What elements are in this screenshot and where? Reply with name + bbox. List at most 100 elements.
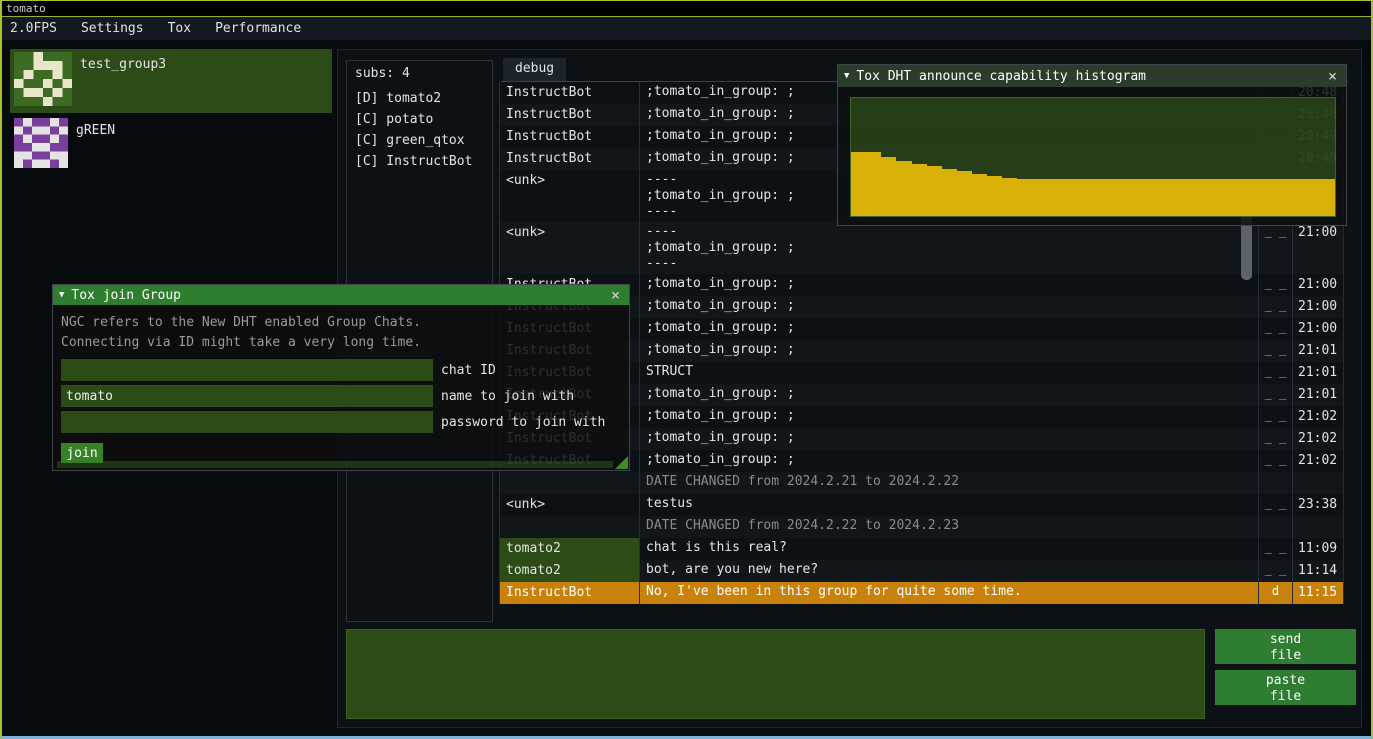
histogram-bar bbox=[866, 152, 881, 216]
join-name-input[interactable] bbox=[61, 385, 433, 407]
message-status: _ _ bbox=[1259, 450, 1293, 472]
message-input[interactable] bbox=[346, 629, 1205, 719]
message-text: ;tomato_in_group: ; bbox=[640, 384, 1259, 406]
sender-name: InstructBot bbox=[506, 585, 592, 600]
message-time bbox=[1293, 472, 1344, 494]
sender-name: tomato2 bbox=[506, 541, 561, 556]
message-text: ----;tomato_in_group: ;---- bbox=[640, 222, 1259, 274]
collapse-arrow-icon[interactable]: ▼ bbox=[59, 290, 64, 300]
sender-name: tomato2 bbox=[506, 563, 561, 578]
chat-message-row[interactable]: InstructBot No, I've been in this group … bbox=[499, 582, 1344, 604]
histogram-bar bbox=[1063, 179, 1078, 216]
message-text: ;tomato_in_group: ; bbox=[640, 318, 1259, 340]
sender-name: <unk> bbox=[506, 173, 545, 188]
histogram-bar bbox=[912, 164, 927, 216]
dht-histogram-window: ▼ Tox DHT announce capability histogram … bbox=[837, 64, 1347, 226]
chat-message-row[interactable]: DATE CHANGED from 2024.2.22 to 2024.2.23 bbox=[499, 516, 1344, 538]
message-status: _ _ bbox=[1259, 222, 1293, 274]
histogram-plot bbox=[850, 97, 1336, 217]
message-time: 21:02 bbox=[1293, 406, 1344, 428]
menu-item-tox[interactable]: Tox bbox=[156, 17, 203, 41]
join-group-title: Tox join Group bbox=[71, 288, 181, 303]
app-window: { "titlebar": { "title": "tomato" }, "me… bbox=[0, 0, 1373, 739]
message-time: 21:01 bbox=[1293, 384, 1344, 406]
join-group-titlebar[interactable]: ▼ Tox join Group × bbox=[53, 285, 629, 305]
member-item[interactable]: [C] InstructBot bbox=[347, 151, 492, 172]
group-name: test_group3 bbox=[80, 57, 166, 72]
send-file-button[interactable]: send file bbox=[1215, 629, 1356, 664]
message-status: _ _ bbox=[1259, 560, 1293, 582]
message-time bbox=[1293, 516, 1344, 538]
join-name-label: name to join with bbox=[441, 389, 574, 404]
close-icon[interactable]: × bbox=[608, 288, 623, 303]
join-password-input[interactable] bbox=[61, 411, 433, 433]
histogram-bar bbox=[1214, 179, 1229, 216]
histogram-bar bbox=[1229, 179, 1244, 216]
message-text: ;tomato_in_group: ; bbox=[640, 296, 1259, 318]
join-group-window: ▼ Tox join Group × NGC refers to the New… bbox=[52, 284, 630, 471]
sender-name: <unk> bbox=[506, 497, 545, 512]
histogram-bar bbox=[1017, 179, 1032, 216]
chat-message-row[interactable]: tomato2 chat is this real? _ _ 11:09 bbox=[499, 538, 1344, 560]
menu-item-settings[interactable]: Settings bbox=[69, 17, 156, 41]
message-time: 11:15 bbox=[1293, 582, 1344, 604]
window-bottom-bar bbox=[57, 461, 613, 468]
chat-message-row[interactable]: <unk> ----;tomato_in_group: ;---- _ _ 21… bbox=[499, 222, 1344, 274]
message-status: _ _ bbox=[1259, 384, 1293, 406]
histogram-bar bbox=[881, 157, 896, 216]
tab-debug[interactable]: debug bbox=[503, 58, 566, 81]
menu-bar: 2.0FPS Settings Tox Performance bbox=[2, 17, 1371, 41]
paste-file-button[interactable]: paste file bbox=[1215, 670, 1356, 705]
histogram-bar bbox=[1199, 179, 1214, 216]
histogram-bar bbox=[1184, 179, 1199, 216]
chat-message-row[interactable]: <unk> testus _ _ 23:38 bbox=[499, 494, 1344, 516]
message-time: 11:09 bbox=[1293, 538, 1344, 560]
message-text: testus bbox=[640, 494, 1259, 516]
member-item[interactable]: [C] green_qtox bbox=[347, 130, 492, 151]
histogram-bar bbox=[942, 169, 957, 216]
message-time: 21:02 bbox=[1293, 428, 1344, 450]
window-title: tomato bbox=[6, 2, 46, 15]
histogram-bar bbox=[1259, 179, 1274, 216]
message-text: No, I've been in this group for quite so… bbox=[640, 582, 1259, 604]
collapse-arrow-icon[interactable]: ▼ bbox=[844, 71, 849, 81]
message-status: _ _ bbox=[1259, 296, 1293, 318]
dht-histogram-titlebar[interactable]: ▼ Tox DHT announce capability histogram … bbox=[838, 65, 1346, 87]
chat-message-row[interactable]: DATE CHANGED from 2024.2.21 to 2024.2.22 bbox=[499, 472, 1344, 494]
resize-grip[interactable] bbox=[615, 456, 628, 469]
message-status: _ _ bbox=[1259, 274, 1293, 296]
message-status: _ _ bbox=[1259, 494, 1293, 516]
message-status: _ _ bbox=[1259, 340, 1293, 362]
message-status: _ _ bbox=[1259, 538, 1293, 560]
close-icon[interactable]: × bbox=[1325, 69, 1340, 84]
message-time: 11:14 bbox=[1293, 560, 1344, 582]
message-time: 21:00 bbox=[1293, 274, 1344, 296]
window-titlebar[interactable]: tomato bbox=[2, 1, 1371, 17]
join-info-line: Connecting via ID might take a very long… bbox=[61, 333, 621, 353]
group-avatar bbox=[14, 52, 72, 106]
sender-name: InstructBot bbox=[506, 107, 592, 122]
message-status bbox=[1259, 516, 1293, 538]
chat-id-input[interactable] bbox=[61, 359, 433, 381]
histogram-bar bbox=[1244, 179, 1259, 216]
member-item[interactable]: [C] potato bbox=[347, 109, 492, 130]
message-time: 21:01 bbox=[1293, 362, 1344, 384]
sender-name: InstructBot bbox=[506, 85, 592, 100]
histogram-bar bbox=[1048, 179, 1063, 216]
message-time: 21:01 bbox=[1293, 340, 1344, 362]
group-avatar bbox=[14, 118, 68, 168]
member-item[interactable]: [D] tomato2 bbox=[347, 88, 492, 109]
message-status: d bbox=[1259, 582, 1293, 604]
sidebar-item-green[interactable]: gREEN bbox=[10, 115, 332, 175]
message-status: _ _ bbox=[1259, 318, 1293, 340]
histogram-bar bbox=[1275, 179, 1290, 216]
histogram-bar bbox=[1123, 179, 1138, 216]
sidebar-item-test-group3[interactable]: test_group3 bbox=[10, 49, 332, 113]
histogram-bar bbox=[1305, 179, 1320, 216]
menu-item-performance[interactable]: Performance bbox=[203, 17, 313, 41]
histogram-bar bbox=[957, 171, 972, 216]
histogram-bar bbox=[896, 161, 911, 216]
message-text: ;tomato_in_group: ; bbox=[640, 450, 1259, 472]
join-button[interactable]: join bbox=[61, 443, 103, 463]
chat-message-row[interactable]: tomato2 bot, are you new here? _ _ 11:14 bbox=[499, 560, 1344, 582]
